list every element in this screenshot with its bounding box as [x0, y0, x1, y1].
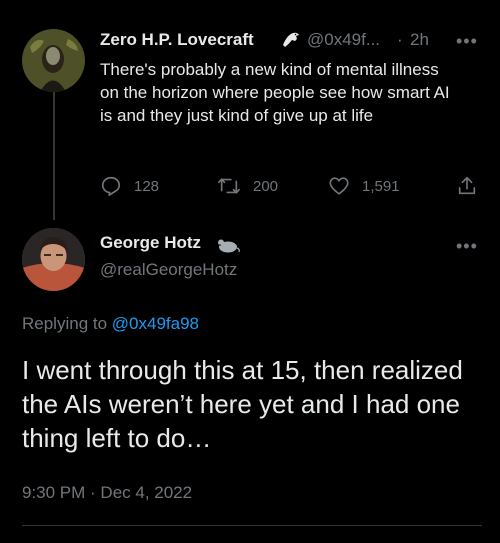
reply-icon	[101, 176, 121, 196]
author-handle[interactable]: @0x49f...	[307, 30, 380, 50]
thread-connector-line	[53, 90, 55, 220]
more-options-button[interactable]: •••	[456, 31, 478, 52]
replying-to-label: Replying to	[22, 314, 112, 333]
author-name[interactable]: Zero H.P. Lovecraft	[100, 30, 254, 50]
replying-to-handle-link[interactable]: @0x49fa98	[112, 314, 199, 333]
like-button[interactable]: 1,591	[328, 175, 400, 197]
retweet-count: 200	[253, 177, 279, 195]
eagle-icon	[281, 31, 301, 54]
share-button[interactable]	[456, 175, 490, 197]
divider	[22, 525, 482, 526]
retweet-button[interactable]: 200	[217, 175, 278, 197]
heart-icon	[329, 177, 349, 195]
mouse-icon	[216, 237, 240, 258]
post-time[interactable]: 2h	[410, 30, 429, 50]
avatar-george-hotz[interactable]	[22, 228, 85, 291]
tweet-text: There's probably a new kind of mental il…	[100, 60, 450, 125]
tweet-timestamp[interactable]: 9:30 PM · Dec 4, 2022	[22, 483, 192, 503]
reply-count: 128	[134, 177, 160, 195]
tweet-text: I went through this at 15, then realized…	[22, 355, 463, 453]
avatar-zero-hp-lovecraft[interactable]	[22, 29, 85, 92]
tweet-actions: 128 200 1,591	[100, 175, 480, 199]
separator-dot: ·	[397, 30, 403, 49]
reply-button[interactable]: 128	[100, 175, 159, 197]
share-icon	[458, 176, 476, 195]
like-count: 1,591	[362, 177, 400, 195]
author-handle[interactable]: @realGeorgeHotz	[100, 260, 237, 280]
author-name[interactable]: George Hotz	[100, 233, 201, 253]
replying-to: Replying to @0x49fa98	[22, 314, 199, 334]
more-options-button[interactable]: •••	[456, 236, 478, 257]
retweet-icon	[218, 178, 240, 194]
